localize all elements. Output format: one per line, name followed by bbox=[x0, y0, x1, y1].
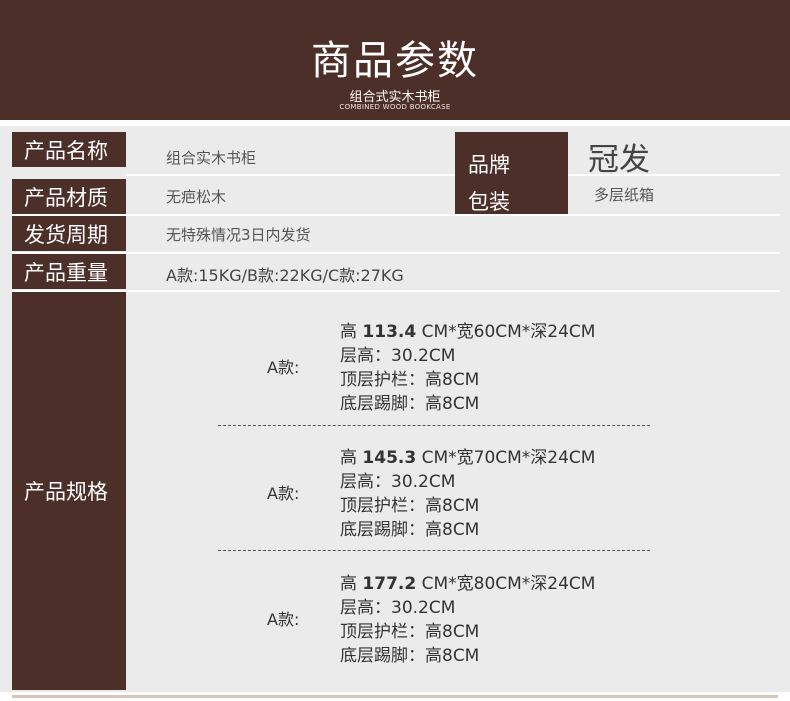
package-label: 包装 bbox=[468, 190, 510, 214]
spec-group-b: A款: 高 145.3 CM*宽70CM*深24CM 层高：30.2CM 顶层护… bbox=[215, 440, 655, 540]
package-value: 多层纸箱 bbox=[594, 186, 655, 204]
dashed-divider bbox=[218, 550, 650, 551]
spec-kick-board: 底层踢脚：高8CM bbox=[340, 646, 480, 666]
spec-layer-height: 层高：30.2CM bbox=[340, 598, 456, 618]
page-subtitle-english: COMBINED WOOD BOOKCASE bbox=[339, 103, 451, 111]
weight-label: 产品重量 bbox=[12, 254, 126, 289]
weight-value: A款:15KG/B款:22KG/C款:27KG bbox=[166, 266, 404, 285]
delivery-value: 无特殊情况3日内发货 bbox=[166, 226, 311, 244]
spec-top-rail: 顶层护栏：高8CM bbox=[340, 370, 480, 390]
spec-layer-height: 层高：30.2CM bbox=[340, 346, 456, 366]
spec-model-label: A款: bbox=[267, 610, 300, 629]
parameter-panel: 产品名称 组合实木书柜 品牌 包装 冠发 多层纸箱 产品材质 无疤松木 发货周期… bbox=[0, 126, 790, 692]
spec-label: 产品规格 bbox=[12, 292, 126, 690]
delivery-label: 发货周期 bbox=[12, 216, 126, 251]
spec-group-a: A款: 高 113.4 CM*宽60CM*深24CM 层高：30.2CM 顶层护… bbox=[215, 314, 655, 414]
spec-dimensions: 高 113.4 CM*宽60CM*深24CM bbox=[340, 322, 596, 342]
product-name-label: 产品名称 bbox=[12, 132, 126, 167]
page-title: 商品参数 bbox=[311, 38, 479, 84]
spec-dimensions: 高 145.3 CM*宽70CM*深24CM bbox=[340, 448, 596, 468]
material-label: 产品材质 bbox=[12, 179, 126, 214]
spec-layer-height: 层高：30.2CM bbox=[340, 472, 456, 492]
material-value: 无疤松木 bbox=[166, 188, 227, 206]
spec-top-rail: 顶层护栏：高8CM bbox=[340, 496, 480, 516]
footer-decoration bbox=[12, 695, 778, 698]
spec-model-label: A款: bbox=[267, 358, 300, 377]
dashed-divider bbox=[218, 425, 650, 426]
spec-dimensions: 高 177.2 CM*宽80CM*深24CM bbox=[340, 574, 596, 594]
spec-kick-board: 底层踢脚：高8CM bbox=[340, 520, 480, 540]
divider bbox=[126, 174, 455, 176]
product-name-value: 组合实木书柜 bbox=[166, 149, 257, 167]
brand-package-label-block: 品牌 包装 bbox=[455, 132, 568, 214]
divider bbox=[12, 290, 780, 292]
divider bbox=[568, 174, 780, 176]
spec-model-label: A款: bbox=[267, 484, 300, 503]
spec-group-c: A款: 高 177.2 CM*宽80CM*深24CM 层高：30.2CM 顶层护… bbox=[215, 566, 655, 666]
spec-top-rail: 顶层护栏：高8CM bbox=[340, 622, 480, 642]
divider bbox=[12, 214, 780, 216]
brand-label: 品牌 bbox=[468, 153, 510, 177]
brand-value: 冠发 bbox=[588, 142, 650, 178]
divider bbox=[12, 252, 780, 254]
page-header: 商品参数 组合式实木书柜 COMBINED WOOD BOOKCASE bbox=[0, 0, 790, 120]
footer-strip bbox=[0, 692, 790, 701]
spec-kick-board: 底层踢脚：高8CM bbox=[340, 394, 480, 414]
